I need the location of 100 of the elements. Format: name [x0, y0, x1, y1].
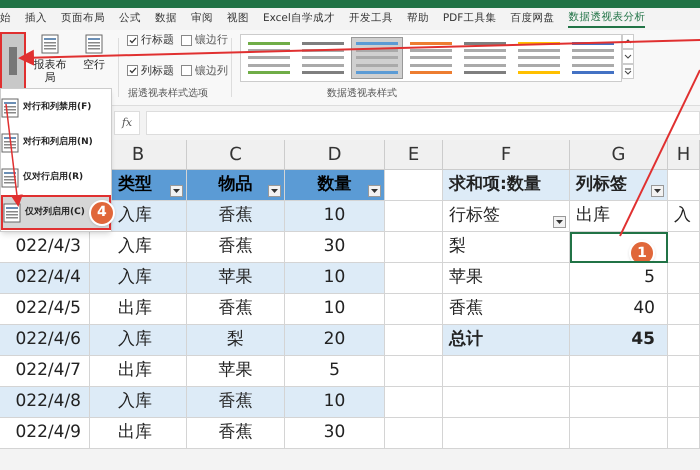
table-cell: 入 — [668, 201, 700, 232]
table-cell: 10 — [285, 201, 385, 232]
caret-icon — [556, 220, 563, 224]
table-cell: 入库 — [90, 387, 187, 418]
style-swatch[interactable] — [351, 37, 403, 79]
table-cell: 总计 — [443, 325, 570, 356]
table-cell — [668, 356, 700, 387]
ribbon-tab[interactable]: 开发工具 — [348, 11, 393, 27]
table-cell: 苹果 — [187, 263, 285, 294]
table-icon — [3, 202, 21, 222]
ribbon-tab[interactable]: 视图 — [227, 11, 249, 27]
ribbon-tab[interactable]: PDF工具集 — [442, 11, 496, 27]
table-cell — [385, 418, 443, 449]
ribbon-tab[interactable]: 百度网盘 — [510, 11, 554, 27]
table-cell: 入库 — [90, 263, 187, 294]
table-cell: 香蕉 — [187, 418, 285, 449]
group-label: 据透视表样式选项 — [128, 86, 208, 101]
table-cell: 20 — [285, 325, 385, 356]
table-cell: 022/4/6 — [0, 325, 90, 356]
gallery-scroll-button[interactable] — [622, 49, 634, 64]
ribbon-tab[interactable]: 始 — [0, 11, 11, 27]
table-cell — [385, 201, 443, 232]
table-cell: 022/4/8 — [0, 387, 90, 418]
filter-button[interactable] — [553, 216, 566, 228]
table-cell: 5 — [570, 263, 668, 294]
table-cell: 入库 — [90, 232, 187, 263]
column-header[interactable]: G — [570, 140, 668, 169]
table-cell: 梨 — [443, 232, 570, 263]
table-cell: 45 — [570, 325, 668, 356]
ribbon-tab[interactable]: Excel自学成才 — [263, 11, 335, 27]
table-cell — [385, 356, 443, 387]
column-header[interactable]: H — [668, 140, 700, 169]
table-cell: 10 — [285, 263, 385, 294]
ribbon-tab[interactable]: 审阅 — [191, 11, 213, 27]
table-cell: 30 — [285, 232, 385, 263]
report-icon — [41, 34, 59, 54]
table-cell: 苹果 — [187, 356, 285, 387]
table-cell — [385, 294, 443, 325]
table-cell — [668, 387, 700, 418]
table-cell: 梨 — [187, 325, 285, 356]
table-cell — [668, 325, 700, 356]
checkbox[interactable] — [181, 34, 192, 46]
table-cell: 香蕉 — [187, 201, 285, 232]
caret-icon — [173, 189, 180, 193]
function-label[interactable]: fx — [114, 111, 140, 135]
ribbon-tab[interactable]: 插入 — [25, 11, 47, 27]
filter-button[interactable] — [170, 185, 183, 197]
caret-icon — [654, 189, 661, 193]
table-cell: 入库 — [90, 325, 187, 356]
table-cell: 022/4/4 — [0, 263, 90, 294]
table-cell — [385, 232, 443, 263]
table-cell: 022/4/3 — [0, 232, 90, 263]
table-cell — [385, 387, 443, 418]
table-cell: 30 — [285, 418, 385, 449]
table-cell: 022/4/7 — [0, 356, 90, 387]
column-header[interactable]: F — [443, 140, 570, 169]
table-cell: 香蕉 — [443, 294, 570, 325]
checkbox-label: 镶边行 — [195, 32, 228, 48]
caret-down-icon — [623, 52, 633, 61]
table-cell: 香蕉 — [187, 232, 285, 263]
column-header[interactable]: C — [187, 140, 285, 169]
table-cell: 香蕉 — [187, 294, 285, 325]
table-cell: 022/4/9 — [0, 418, 90, 449]
group-label: 数据透视表样式 — [327, 86, 397, 101]
table-cell: 10 — [285, 294, 385, 325]
table-cell: 数量 — [285, 170, 385, 201]
table-cell — [668, 263, 700, 294]
menu-item[interactable]: 对行和列禁用(F) — [1, 90, 111, 125]
filter-button[interactable] — [368, 185, 381, 197]
filter-button[interactable] — [268, 185, 281, 197]
pivot-grid-button[interactable] — [0, 32, 26, 90]
table-cell — [385, 263, 443, 294]
ribbon-tab[interactable]: 页面布局 — [61, 11, 105, 27]
ribbon-tab[interactable]: 数据 — [155, 11, 177, 27]
checkbox[interactable] — [127, 65, 138, 76]
formula-field[interactable] — [146, 111, 700, 135]
table-cell: 022/4/5 — [0, 294, 90, 325]
table-cell: 求和项:数量 — [443, 170, 570, 201]
caret-icon — [371, 189, 378, 193]
gallery-scroll-button[interactable] — [622, 64, 634, 79]
table-cell: 苹果 — [443, 263, 570, 294]
checkbox[interactable] — [181, 65, 192, 76]
table-cell — [668, 232, 700, 263]
ribbon-tab[interactable]: 帮助 — [406, 11, 429, 27]
checkbox[interactable] — [127, 34, 138, 46]
table-cell: 出库 — [570, 201, 668, 232]
table-cell: 出库 — [90, 418, 187, 449]
table-cell — [385, 325, 443, 356]
ribbon-tab[interactable]: 公式 — [119, 11, 141, 27]
step-badge: 4 — [88, 200, 115, 226]
table-cell: 列标签 — [570, 170, 668, 201]
column-header[interactable]: D — [285, 140, 385, 169]
filter-button[interactable] — [651, 185, 664, 197]
caret-icon — [271, 189, 278, 193]
ribbon-tab[interactable]: 数据透视表分析 — [568, 10, 646, 28]
table-cell: 出库 — [90, 356, 187, 387]
table-cell: 10 — [285, 387, 385, 418]
column-header[interactable]: E — [385, 140, 443, 169]
checkbox-label: 行标题 — [141, 32, 174, 48]
expand-icon — [623, 67, 633, 76]
